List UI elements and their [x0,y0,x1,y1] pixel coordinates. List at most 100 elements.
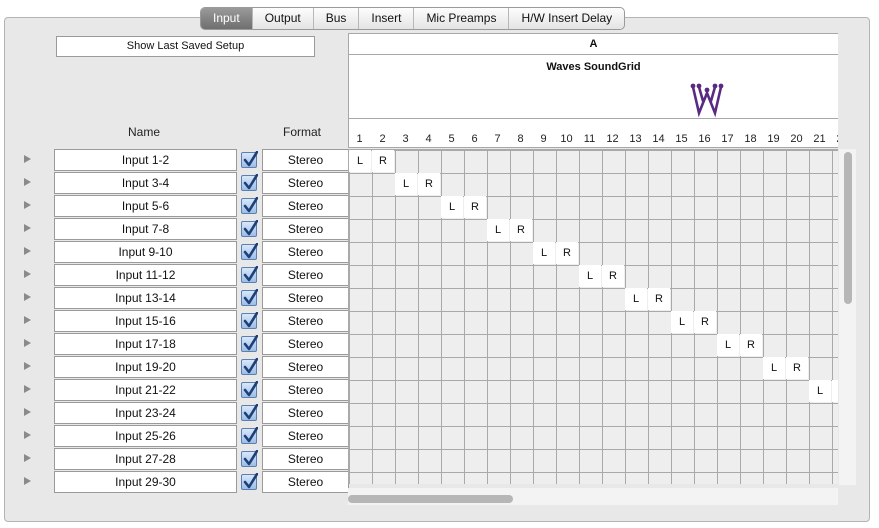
tab-mic-preamps[interactable]: Mic Preamps [413,8,508,29]
routing-cell-right[interactable]: R [602,265,624,287]
expand-triangle-icon[interactable] [24,477,31,485]
vertical-scroll-thumb[interactable] [844,152,852,304]
input-name-field[interactable]: Input 21-22 [54,379,237,401]
format-field[interactable]: Stereo [262,218,349,240]
tab-output[interactable]: Output [251,8,313,29]
routing-cell-left[interactable]: L [809,380,831,402]
horizontal-scroll-thumb[interactable] [348,495,513,503]
input-name-field[interactable]: Input 9-10 [54,241,237,263]
input-row: Input 7-8 Stereo [22,218,349,240]
expand-triangle-icon[interactable] [24,201,31,209]
routing-cell-right[interactable]: R [556,242,578,264]
format-field[interactable]: Stereo [262,310,349,332]
enable-checkbox[interactable] [241,266,258,283]
input-name-field[interactable]: Input 1-2 [54,149,237,171]
input-name-field[interactable]: Input 19-20 [54,356,237,378]
expand-triangle-icon[interactable] [24,385,31,393]
input-name-field[interactable]: Input 29-30 [54,471,237,493]
routing-cell-right[interactable]: R [740,334,762,356]
expand-triangle-icon[interactable] [24,155,31,163]
routing-cell-left[interactable]: L [441,196,463,218]
input-name-field[interactable]: Input 7-8 [54,218,237,240]
format-field[interactable]: Stereo [262,149,349,171]
format-field[interactable]: Stereo [262,195,349,217]
routing-cell-left[interactable]: L [579,265,601,287]
enable-checkbox[interactable] [241,220,258,237]
routing-cell-right[interactable]: R [510,219,532,241]
expand-triangle-icon[interactable] [24,316,31,324]
format-field[interactable]: Stereo [262,379,349,401]
format-field[interactable]: Stereo [262,448,349,470]
enable-checkbox[interactable] [241,174,258,191]
routing-cell-left[interactable]: L [487,219,509,241]
routing-cell-right[interactable]: R [832,380,838,402]
input-name-field[interactable]: Input 11-12 [54,264,237,286]
format-field[interactable]: Stereo [262,333,349,355]
name-column-header: Name [128,125,161,139]
tab-h-w-insert-delay[interactable]: H/W Insert Delay [508,8,624,29]
input-name-field[interactable]: Input 3-4 [54,172,237,194]
enable-checkbox[interactable] [241,427,258,444]
channel-number: 1 [356,133,363,145]
enable-checkbox[interactable] [241,473,258,490]
routing-cell-right[interactable]: R [786,357,808,379]
input-name-field[interactable]: Input 13-14 [54,287,237,309]
routing-cell-left[interactable]: L [395,173,417,195]
routing-cell-right[interactable]: R [418,173,440,195]
format-field[interactable]: Stereo [262,264,349,286]
enable-checkbox[interactable] [241,450,258,467]
expand-triangle-icon[interactable] [24,293,31,301]
routing-cell-left[interactable]: L [349,150,371,172]
input-name-field[interactable]: Input 17-18 [54,333,237,355]
format-field[interactable]: Stereo [262,402,349,424]
tab-insert[interactable]: Insert [358,8,413,29]
expand-triangle-icon[interactable] [24,178,31,186]
format-field[interactable]: Stereo [262,172,349,194]
expand-triangle-icon[interactable] [24,362,31,370]
routing-cell-right[interactable]: R [464,196,486,218]
routing-cell-left[interactable]: L [671,311,693,333]
tab-input[interactable]: Input [201,8,252,29]
input-name-field[interactable]: Input 5-6 [54,195,237,217]
format-field[interactable]: Stereo [262,425,349,447]
expand-triangle-icon[interactable] [24,339,31,347]
tab-bus[interactable]: Bus [312,8,359,29]
expand-triangle-icon[interactable] [24,270,31,278]
format-field[interactable]: Stereo [262,356,349,378]
input-name-field[interactable]: Input 27-28 [54,448,237,470]
routing-cell-right[interactable]: R [648,288,670,310]
channel-number: 22 [831,133,838,145]
enable-checkbox[interactable] [241,151,258,168]
routing-cell-left[interactable]: L [763,357,785,379]
enable-checkbox[interactable] [241,289,258,306]
expand-triangle-icon[interactable] [24,454,31,462]
routing-cell-left[interactable]: L [717,334,739,356]
input-row: Input 15-16 Stereo [22,310,349,332]
input-name-field[interactable]: Input 23-24 [54,402,237,424]
routing-cell-left[interactable]: L [625,288,647,310]
enable-checkbox[interactable] [241,243,258,260]
routing-cell-left[interactable]: L [533,242,555,264]
format-field[interactable]: Stereo [262,471,349,493]
channel-number: 21 [813,133,826,145]
enable-checkbox[interactable] [241,404,258,421]
format-field[interactable]: Stereo [262,241,349,263]
expand-triangle-icon[interactable] [24,431,31,439]
format-field[interactable]: Stereo [262,287,349,309]
enable-checkbox[interactable] [241,197,258,214]
enable-checkbox[interactable] [241,312,258,329]
expand-triangle-icon[interactable] [24,224,31,232]
routing-cell-right[interactable]: R [372,150,394,172]
routing-matrix[interactable]: LRLRLRLRLRLRLRLRLRLRLRLRLRLRLR [348,149,838,484]
input-name-field[interactable]: Input 15-16 [54,310,237,332]
channel-number: 4 [425,133,432,145]
input-name-field[interactable]: Input 25-26 [54,425,237,447]
routing-cell-right[interactable]: R [694,311,716,333]
expand-triangle-icon[interactable] [24,408,31,416]
matrix-header: A Waves SoundGrid [348,33,838,148]
enable-checkbox[interactable] [241,381,258,398]
enable-checkbox[interactable] [241,358,258,375]
expand-triangle-icon[interactable] [24,247,31,255]
show-last-saved-setup-button[interactable]: Show Last Saved Setup [56,36,315,57]
enable-checkbox[interactable] [241,335,258,352]
